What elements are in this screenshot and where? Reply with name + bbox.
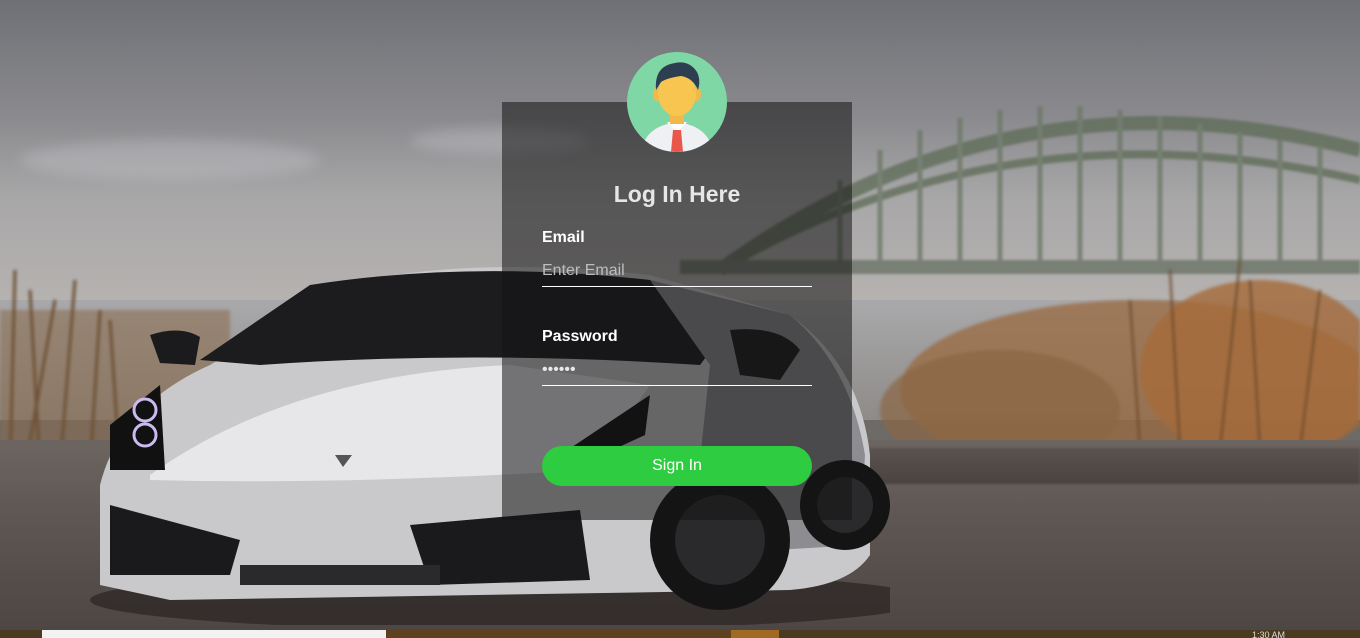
login-title: Log In Here <box>613 181 741 207</box>
sign-in-button[interactable]: Sign In <box>542 446 812 486</box>
grass-right <box>880 259 1360 470</box>
curb <box>860 448 1360 484</box>
taskbar-clock[interactable]: 1:30 AM <box>1252 631 1285 638</box>
user-avatar-icon <box>627 52 727 152</box>
taskbar-apps-area <box>386 630 731 638</box>
password-input[interactable] <box>542 355 812 386</box>
email-input[interactable] <box>542 256 812 287</box>
taskbar-active-app[interactable] <box>731 630 779 638</box>
taskbar-search-box[interactable] <box>42 630 386 638</box>
password-label: Password <box>542 328 618 345</box>
email-label: Email <box>542 229 585 246</box>
